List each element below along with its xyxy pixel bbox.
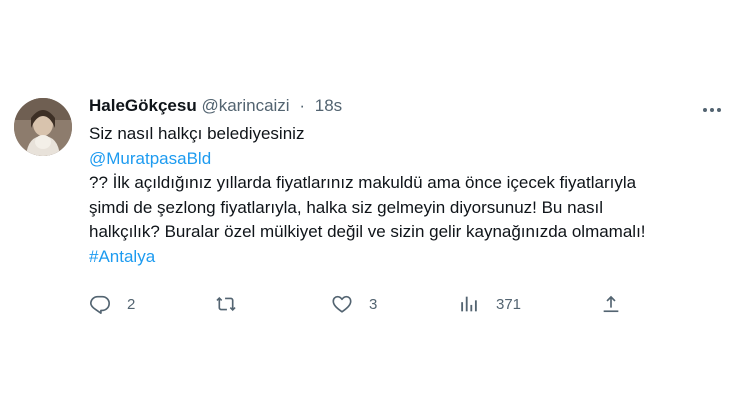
retweet-icon — [216, 296, 236, 312]
tweet[interactable]: HaleGökçesu @karincaizi · 18s Siz nasıl … — [0, 0, 750, 415]
share-upload-icon — [603, 295, 619, 313]
display-name[interactable]: HaleGökçesu — [89, 96, 197, 115]
tweet-text-line: halkçılık? Buralar özel mülkiyet değil v… — [89, 222, 646, 241]
like-button[interactable]: 3 — [331, 291, 377, 317]
reply-count: 2 — [127, 295, 136, 313]
tweet-text-line: ?? İlk açıldığınız yıllarda fiyatlarınız… — [89, 173, 637, 192]
header-separator: · — [299, 96, 305, 115]
tweet-header: HaleGökçesu @karincaizi · 18s — [89, 96, 342, 116]
reply-button[interactable]: 2 — [89, 291, 135, 317]
avatar[interactable] — [14, 98, 72, 156]
views-button[interactable]: 371 — [458, 291, 521, 317]
tweet-text: Siz nasıl halkçı belediyesiniz @Muratpas… — [89, 122, 729, 269]
action-bar: 2 3 371 — [89, 291, 649, 317]
more-dots-icon[interactable] — [701, 101, 723, 119]
timestamp[interactable]: 18s — [315, 96, 342, 115]
share-button[interactable] — [600, 291, 622, 317]
retweet-button[interactable] — [215, 291, 253, 317]
hashtag-link[interactable]: #Antalya — [89, 245, 729, 270]
mention-link[interactable]: @MuratpasaBld — [89, 147, 729, 172]
reply-icon — [90, 295, 110, 314]
user-handle[interactable]: @karincaizi — [201, 96, 289, 115]
views-chart-icon — [461, 296, 477, 312]
avatar-photo — [14, 98, 72, 156]
tweet-text-line: şimdi de şezlong fiyatlarıyla, halka siz… — [89, 197, 604, 217]
heart-icon — [332, 295, 352, 313]
like-count: 3 — [369, 295, 378, 313]
tweet-text-line: Siz nasıl halkçı belediyesiniz — [89, 124, 305, 143]
views-count: 371 — [496, 295, 522, 313]
